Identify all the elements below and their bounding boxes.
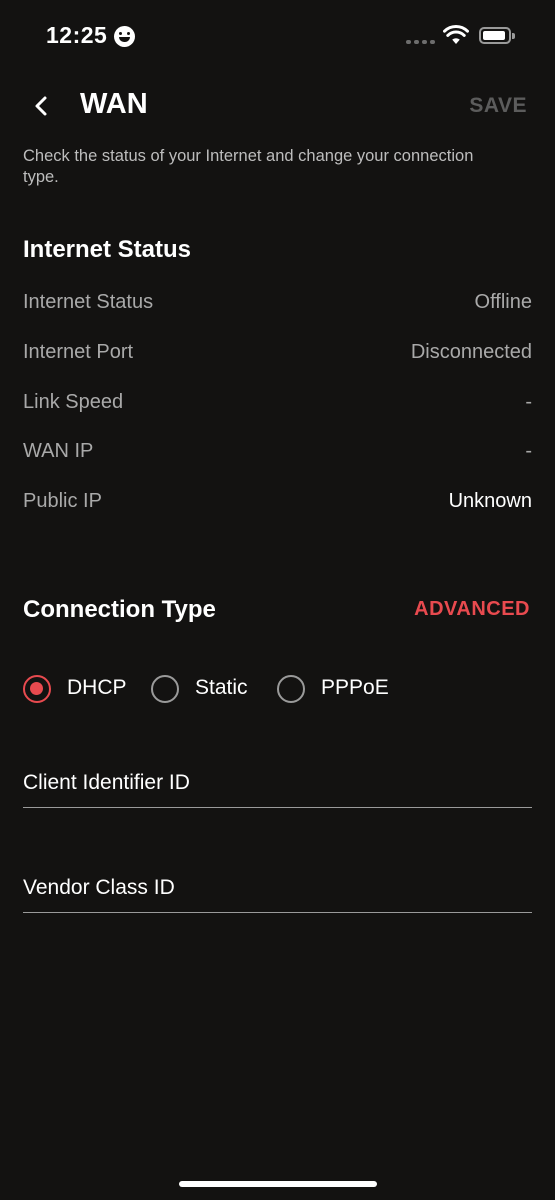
page-title: WAN	[80, 88, 148, 120]
status-bar: 12:25	[0, 0, 555, 72]
page-description: Check the status of your Internet and ch…	[23, 147, 474, 186]
status-value: -	[525, 391, 532, 413]
radio-label: Static	[195, 676, 248, 699]
status-value: Unknown	[448, 490, 532, 512]
smiley-icon	[114, 26, 135, 47]
status-label: Public IP	[23, 490, 102, 512]
battery-icon	[479, 27, 515, 44]
status-label: Internet Port	[23, 341, 134, 363]
status-label: Link Speed	[23, 391, 124, 413]
status-label: WAN IP	[23, 440, 94, 462]
radio-label: PPPoE	[321, 676, 389, 699]
back-arrow-icon[interactable]	[30, 93, 54, 119]
status-row-internet-status: Internet Status Offline	[23, 291, 532, 321]
vendor-class-input[interactable]	[23, 869, 532, 912]
status-label: Internet Status	[23, 291, 154, 313]
advanced-button[interactable]: ADVANCED	[414, 598, 530, 621]
radio-selected-icon	[23, 675, 51, 703]
status-value: Offline	[474, 291, 532, 313]
radio-unselected-icon	[277, 675, 305, 703]
status-value: -	[525, 440, 532, 462]
status-row-link-speed: Link Speed -	[23, 391, 532, 421]
status-value: Disconnected	[410, 341, 532, 363]
radio-unselected-icon	[151, 675, 179, 703]
wifi-icon	[443, 25, 469, 44]
status-time: 12:25	[46, 22, 108, 48]
save-button[interactable]: SAVE	[469, 94, 527, 118]
cellular-signal-icon	[406, 40, 435, 44]
internet-status-heading: Internet Status	[23, 236, 192, 263]
connection-type-heading: Connection Type	[23, 596, 216, 623]
client-identifier-field	[23, 764, 532, 808]
radio-label: DHCP	[67, 676, 127, 699]
status-row-public-ip: Public IP Unknown	[23, 490, 532, 520]
status-row-internet-port: Internet Port Disconnected	[23, 341, 532, 371]
status-row-wan-ip: WAN IP -	[23, 440, 532, 470]
vendor-class-field	[23, 869, 532, 913]
home-indicator[interactable]	[179, 1181, 377, 1187]
client-identifier-input[interactable]	[23, 764, 532, 807]
